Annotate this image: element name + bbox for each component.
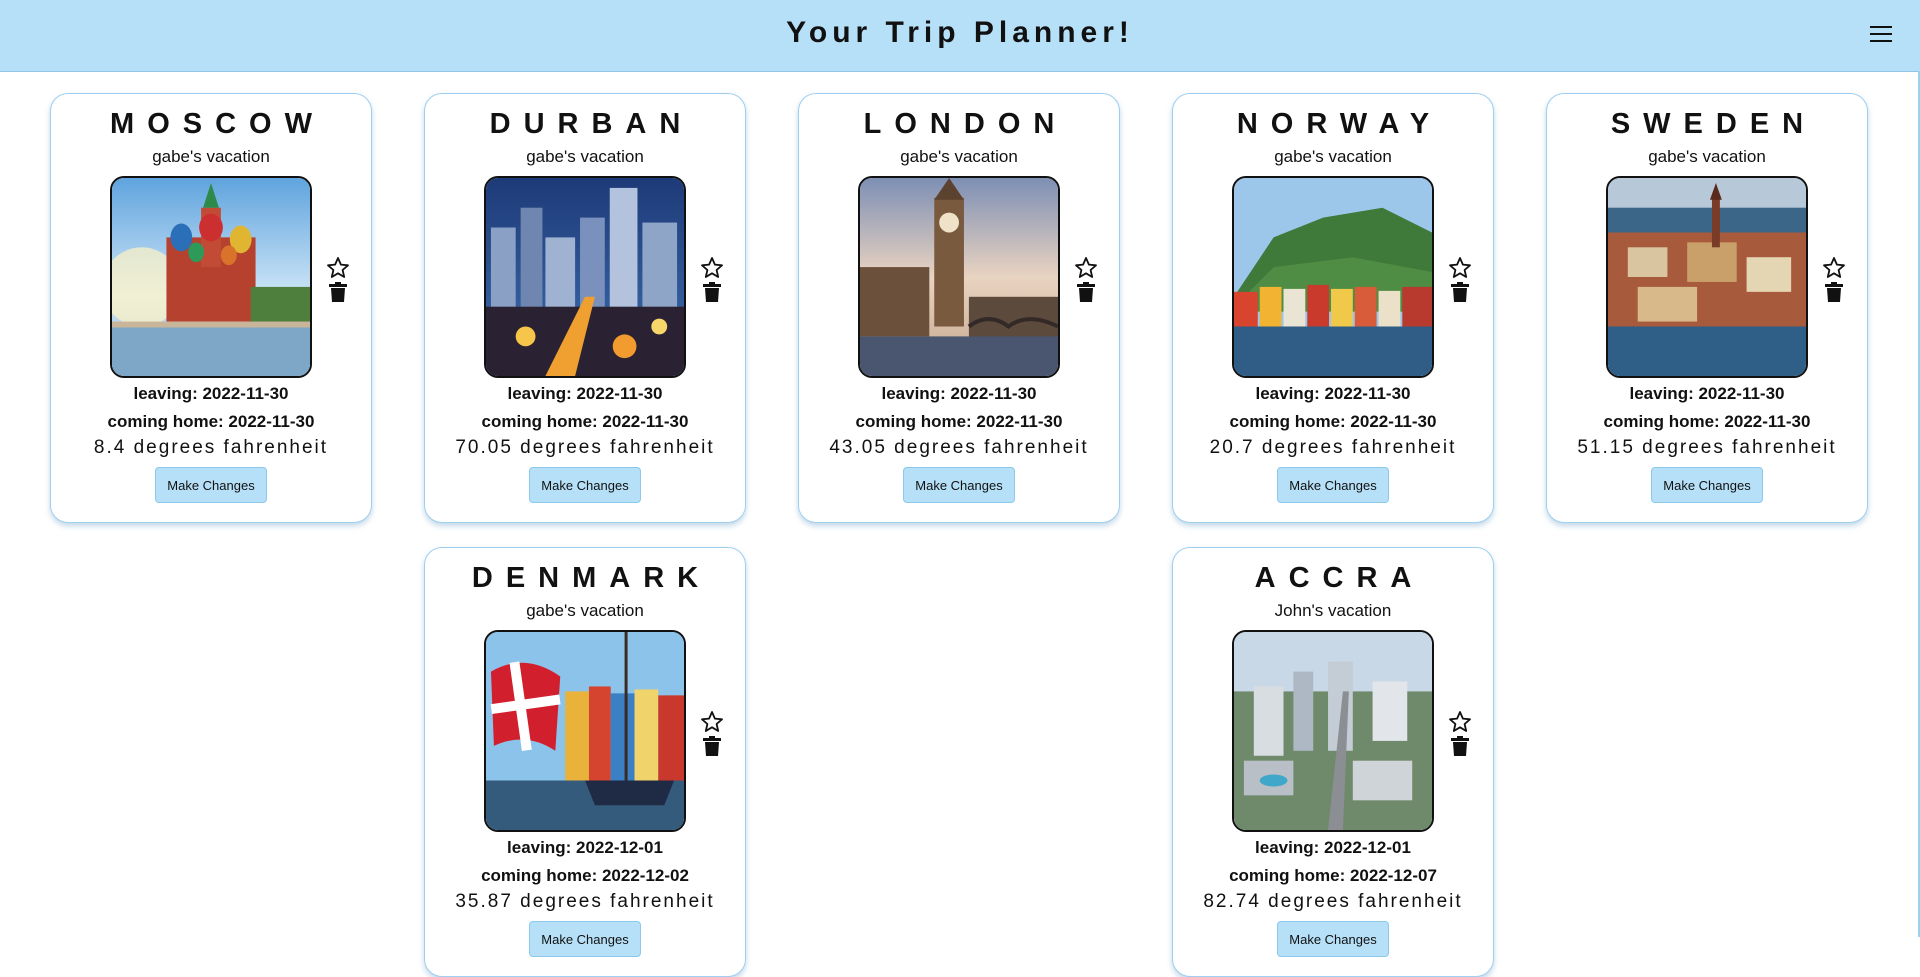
trash-icon[interactable]: [703, 736, 721, 756]
coming-home-date: coming home: 2022-11-30: [481, 412, 689, 431]
trip-city: DENMARK: [471, 562, 712, 594]
trash-icon[interactable]: [1451, 736, 1469, 756]
trip-city: NORWAY: [1236, 108, 1443, 140]
trip-card-norway: NORWAY gabe's vacation leaving: 2022-11-…: [1172, 93, 1494, 523]
make-changes-button[interactable]: Make Changes: [903, 467, 1015, 503]
trash-icon[interactable]: [329, 282, 347, 302]
london-big-ben-photo: [858, 176, 1060, 378]
make-changes-button[interactable]: Make Changes: [529, 921, 641, 957]
accra-aerial-city-photo: [1232, 630, 1434, 832]
leaving-date: leaving: 2022-12-01: [1255, 838, 1411, 857]
leaving-date: leaving: 2022-11-30: [133, 384, 289, 403]
stockholm-aerial-photo: [1606, 176, 1808, 378]
temperature: 70.05 degrees fahrenheit: [455, 437, 715, 458]
trip-owner: gabe's vacation: [152, 147, 270, 166]
trip-owner: gabe's vacation: [1648, 147, 1766, 166]
star-outline-icon[interactable]: [700, 710, 724, 734]
star-outline-icon[interactable]: [1448, 710, 1472, 734]
moscow-cathedral-photo: [110, 176, 312, 378]
trip-owner: John's vacation: [1274, 601, 1392, 620]
make-changes-button[interactable]: Make Changes: [1651, 467, 1763, 503]
app-header: Your Trip Planner!: [0, 0, 1920, 72]
durban-night-city-photo: [484, 176, 686, 378]
star-outline-icon[interactable]: [700, 256, 724, 280]
temperature: 43.05 degrees fahrenheit: [829, 437, 1089, 458]
trip-card-moscow: MOSCOW gabe's vacation leaving: 2022-11-…: [50, 93, 372, 523]
coming-home-date: coming home: 2022-12-07: [1229, 866, 1437, 885]
trip-owner: gabe's vacation: [526, 601, 644, 620]
trip-card-durban: DURBAN gabe's vacation leaving: 2022-11-…: [424, 93, 746, 523]
make-changes-button[interactable]: Make Changes: [1277, 467, 1389, 503]
star-outline-icon[interactable]: [1448, 256, 1472, 280]
coming-home-date: coming home: 2022-11-30: [1229, 412, 1437, 431]
trash-icon[interactable]: [1825, 282, 1843, 302]
temperature: 51.15 degrees fahrenheit: [1577, 437, 1837, 458]
temperature: 82.74 degrees fahrenheit: [1203, 891, 1463, 912]
norway-harbor-photo: [1232, 176, 1434, 378]
coming-home-date: coming home: 2022-12-02: [481, 866, 689, 885]
trip-city: DURBAN: [489, 108, 694, 140]
star-outline-icon[interactable]: [326, 256, 350, 280]
trip-owner: gabe's vacation: [900, 147, 1018, 166]
trash-icon[interactable]: [1451, 282, 1469, 302]
leaving-date: leaving: 2022-11-30: [881, 384, 1037, 403]
trash-icon[interactable]: [703, 282, 721, 302]
trip-city: SWEDEN: [1610, 108, 1817, 140]
trip-city: LONDON: [863, 108, 1068, 140]
trash-icon[interactable]: [1077, 282, 1095, 302]
hamburger-menu-icon[interactable]: [1870, 24, 1892, 44]
trip-owner: gabe's vacation: [1274, 147, 1392, 166]
temperature: 8.4 degrees fahrenheit: [93, 437, 329, 458]
copenhagen-nyhavn-flag-photo: [484, 630, 686, 832]
temperature: 20.7 degrees fahrenheit: [1209, 437, 1457, 458]
leaving-date: leaving: 2022-11-30: [507, 384, 663, 403]
trip-city: ACCRA: [1254, 562, 1425, 594]
make-changes-button[interactable]: Make Changes: [529, 467, 641, 503]
coming-home-date: coming home: 2022-11-30: [855, 412, 1063, 431]
trip-card-sweden: SWEDEN gabe's vacation leaving: 2022-11-…: [1546, 93, 1868, 523]
page-title: Your Trip Planner!: [786, 16, 1134, 49]
leaving-date: leaving: 2022-11-30: [1629, 384, 1785, 403]
trip-city: MOSCOW: [110, 108, 325, 140]
trip-card-denmark: DENMARK gabe's vacation leaving: 2022-12…: [424, 547, 746, 977]
trip-card-accra: ACCRA John's vacation leaving: 2022-12-0…: [1172, 547, 1494, 977]
trip-owner: gabe's vacation: [526, 147, 644, 166]
trip-card-london: LONDON gabe's vacation leaving: 2022-11-…: [798, 93, 1120, 523]
leaving-date: leaving: 2022-11-30: [1255, 384, 1411, 403]
make-changes-button[interactable]: Make Changes: [155, 467, 267, 503]
coming-home-date: coming home: 2022-11-30: [107, 412, 315, 431]
temperature: 35.87 degrees fahrenheit: [455, 891, 715, 912]
star-outline-icon[interactable]: [1822, 256, 1846, 280]
coming-home-date: coming home: 2022-11-30: [1603, 412, 1811, 431]
make-changes-button[interactable]: Make Changes: [1277, 921, 1389, 957]
leaving-date: leaving: 2022-12-01: [507, 838, 663, 857]
star-outline-icon[interactable]: [1074, 256, 1098, 280]
